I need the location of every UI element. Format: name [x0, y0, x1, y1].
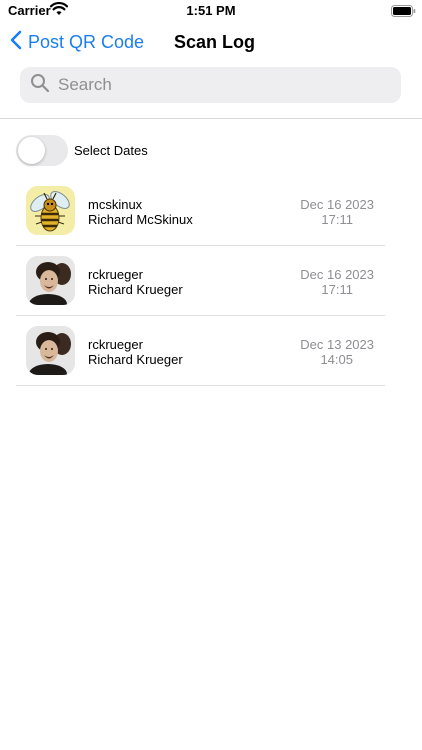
username: rckrueger	[88, 337, 143, 352]
person-photo-avatar	[26, 326, 75, 375]
back-button[interactable]: Post QR Code	[10, 30, 144, 55]
scan-date: Dec 13 2023	[300, 337, 374, 352]
page-title: Scan Log	[174, 32, 256, 52]
search-icon	[30, 73, 50, 98]
username: mcskinux	[88, 197, 143, 212]
full-name: Richard McSkinux	[88, 212, 193, 227]
chevron-left-icon	[10, 30, 22, 55]
divider	[0, 118, 422, 119]
search-input[interactable]	[56, 74, 380, 96]
username: rckrueger	[88, 267, 143, 282]
battery-icon	[391, 4, 416, 22]
list-item[interactable]: rckrueger Richard Krueger Dec 16 2023 17…	[16, 246, 385, 316]
status-bar: Carrier 1:51 PM	[0, 0, 422, 24]
full-name: Richard Krueger	[88, 352, 183, 367]
scan-date: Dec 16 2023	[300, 267, 374, 282]
bee-avatar-icon	[26, 186, 75, 235]
select-dates-row: Select Dates	[16, 135, 148, 166]
scan-log-list: mcskinux Richard McSkinux Dec 16 2023 17…	[16, 176, 385, 386]
select-dates-label: Select Dates	[74, 143, 148, 158]
navigation-bar: Post QR Code Scan Log	[0, 26, 422, 62]
back-button-label: Post QR Code	[28, 32, 145, 52]
scan-time: 17:11	[321, 212, 353, 227]
scan-time: 17:11	[321, 282, 353, 297]
status-time: 1:51 PM	[186, 3, 236, 18]
select-dates-toggle[interactable]	[16, 135, 68, 166]
search-bar[interactable]	[20, 67, 401, 103]
person-photo-avatar	[26, 256, 75, 305]
scan-time: 14:05	[320, 352, 353, 367]
list-item[interactable]: mcskinux Richard McSkinux Dec 16 2023 17…	[16, 176, 385, 246]
list-item[interactable]: rckrueger Richard Krueger Dec 13 2023 14…	[16, 316, 385, 386]
toggle-knob	[18, 137, 45, 164]
scan-date: Dec 16 2023	[300, 197, 374, 212]
full-name: Richard Krueger	[88, 282, 183, 297]
